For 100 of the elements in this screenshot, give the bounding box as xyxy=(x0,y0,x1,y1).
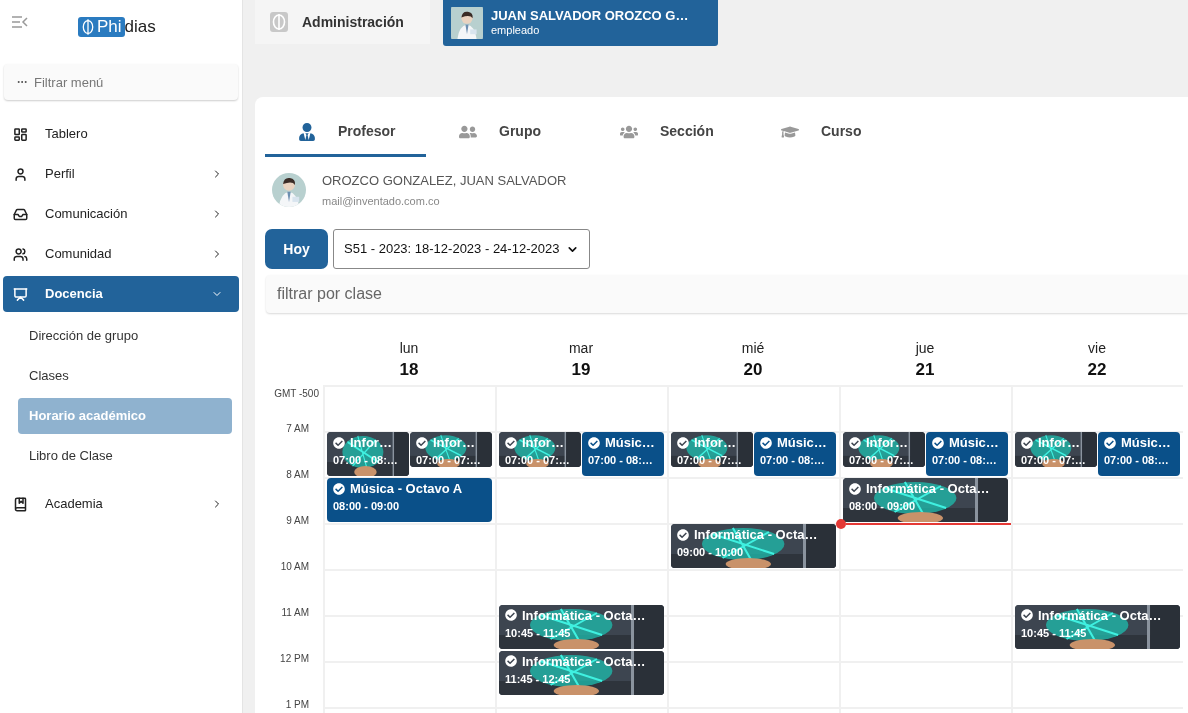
sidebar-subitem[interactable]: Clases xyxy=(18,358,232,394)
tab[interactable]: Profesor xyxy=(265,109,426,157)
day-number: 20 xyxy=(743,359,763,381)
event-title: Informática - Octa… xyxy=(694,526,818,543)
sidebar-item[interactable]: Tablero xyxy=(3,116,239,152)
day-name: lun xyxy=(399,339,419,357)
event-time: 07:00 - 08:… xyxy=(932,453,998,468)
time-label: 7 AM xyxy=(286,423,309,435)
calendar-event[interactable]: Infor… 07:00 - 07:… xyxy=(671,432,753,467)
person-icon xyxy=(13,166,28,182)
check-icon xyxy=(677,436,689,449)
time-label: 12 PM xyxy=(280,653,309,665)
sidebar-item[interactable]: Perfil xyxy=(3,156,239,192)
event-title: Músic… xyxy=(949,434,999,451)
menu-collapse-icon[interactable] xyxy=(12,16,28,28)
calendar-event[interactable]: Música - Octavo A 08:00 - 09:00 xyxy=(327,478,492,522)
event-time: 10:45 - 11:45 xyxy=(1021,625,1088,641)
time-label: 11 AM xyxy=(281,607,309,619)
calendar-event[interactable]: Músic… 07:00 - 08:… xyxy=(754,432,836,476)
check-icon xyxy=(849,436,861,449)
check-icon xyxy=(505,609,517,621)
menu-filter-field[interactable]: Filtrar menú xyxy=(4,64,238,100)
person-tie-icon xyxy=(298,122,316,141)
logo-mark-icon xyxy=(82,18,94,35)
calendar-event[interactable]: Informática - Octa… 10:45 - 11:45 xyxy=(499,604,664,649)
sidebar-subitem[interactable]: Dirección de grupo xyxy=(18,318,232,354)
tab[interactable]: Grupo xyxy=(426,109,587,157)
tab[interactable]: Sección xyxy=(587,109,748,157)
class-filter-field[interactable]: filtrar por clase xyxy=(266,275,1188,313)
teacher-email: mail@inventado.com.co xyxy=(322,193,441,209)
event-time: 07:00 - 07:… xyxy=(677,453,743,467)
check-icon xyxy=(932,436,944,449)
time-label: GMT -500 xyxy=(274,388,319,400)
logo-text: Phi xyxy=(97,16,122,38)
logo-text: dias xyxy=(124,16,156,38)
day-number: 22 xyxy=(1087,359,1107,381)
event-title: Infor… xyxy=(866,434,908,451)
sidebar-item[interactable]: Docencia xyxy=(3,276,239,312)
event-time: 07:00 - 07:… xyxy=(1021,453,1087,467)
time-label: 10 AM xyxy=(280,561,309,573)
event-time: 11:45 - 12:45 xyxy=(505,671,572,687)
module-tab[interactable]: Administración xyxy=(255,0,430,44)
user-tab[interactable]: JUAN SALVADOR OROZCO G… empleado xyxy=(443,0,718,46)
event-title: Infor… xyxy=(522,434,564,451)
day-name: mié xyxy=(741,339,765,357)
check-icon xyxy=(333,482,345,495)
teacher-name: OROZCO GONZALEZ, JUAN SALVADOR xyxy=(322,172,567,190)
event-title: Informática - Octa… xyxy=(1038,606,1162,624)
time-label: 1 PM xyxy=(285,699,309,711)
today-button[interactable]: Hoy xyxy=(265,229,328,269)
book-icon xyxy=(13,496,28,512)
people-icon xyxy=(13,246,28,262)
calendar-event[interactable]: Infor… 07:00 - 07:… xyxy=(499,432,581,467)
event-title: Informática - Octa… xyxy=(522,652,646,670)
check-icon xyxy=(849,482,861,495)
event-time: 09:00 - 10:00 xyxy=(677,545,745,560)
sidebar-subitem[interactable]: Libro de Clase xyxy=(18,438,232,474)
day-number: 21 xyxy=(915,359,935,381)
calendar-event[interactable]: Informática - Octa… 08:00 - 09:00 xyxy=(843,478,1008,522)
event-title: Informática - Octa… xyxy=(522,606,646,624)
check-icon xyxy=(760,436,772,449)
event-time: 07:00 - 07:… xyxy=(505,453,571,467)
sidebar-item[interactable]: Comunidad xyxy=(3,236,239,272)
event-time: 07:00 - 08:… xyxy=(1104,453,1170,468)
day-name: mar xyxy=(568,339,594,357)
calendar-event[interactable]: Músic… 07:00 - 08:… xyxy=(582,432,664,476)
sidebar-item[interactable]: Comunicación xyxy=(3,196,239,232)
calendar-event[interactable]: Infor… 07:00 - 07:… xyxy=(410,432,492,467)
check-icon xyxy=(416,436,428,449)
event-title: Infor… xyxy=(694,434,736,451)
day-number: 19 xyxy=(571,359,591,381)
calendar-event[interactable]: Infor… 07:00 - 07:… xyxy=(1015,432,1097,467)
calendar-event[interactable]: Informática - Octa… 09:00 - 10:00 xyxy=(671,524,836,568)
user-role: empleado xyxy=(491,24,541,38)
check-icon xyxy=(1104,436,1116,449)
event-title: Informática - Octa… xyxy=(866,480,990,497)
event-title: Músic… xyxy=(605,434,655,451)
event-title: Música - Octavo A xyxy=(350,480,463,497)
event-time: 08:00 - 09:00 xyxy=(849,499,917,514)
calendar-event[interactable]: Informática - Octa… 11:45 - 12:45 xyxy=(499,650,664,695)
check-icon xyxy=(505,436,517,449)
user-name: JUAN SALVADOR OROZCO G… xyxy=(491,8,689,25)
event-title: Infor… xyxy=(1038,434,1080,451)
event-title: Infor… xyxy=(350,434,392,451)
calendar-event[interactable]: Músic… 07:00 - 08:… xyxy=(926,432,1008,476)
calendar-event[interactable]: Infor… 07:00 - 07:… xyxy=(843,432,925,467)
sidebar-item[interactable]: Academia xyxy=(3,486,239,522)
check-icon xyxy=(333,436,345,449)
check-icon xyxy=(677,528,689,541)
day-name: jue xyxy=(915,339,935,357)
time-label: 9 AM xyxy=(286,515,309,527)
calendar-event[interactable]: Informática - Octa… 10:45 - 11:45 xyxy=(1015,604,1180,649)
event-time: 07:00 - 07:… xyxy=(416,453,482,467)
event-time: 07:00 - 07:… xyxy=(849,453,915,467)
tab[interactable]: Curso xyxy=(748,109,909,157)
calendar-event[interactable]: Músic… 07:00 - 08:… xyxy=(1098,432,1180,476)
week-select[interactable]: S51 - 2023: 18-12-2023 - 24-12-2023 xyxy=(333,229,590,269)
inbox-icon xyxy=(13,206,28,222)
event-time: 07:00 - 08:… xyxy=(760,453,826,468)
event-time: 10:45 - 11:45 xyxy=(505,625,572,641)
